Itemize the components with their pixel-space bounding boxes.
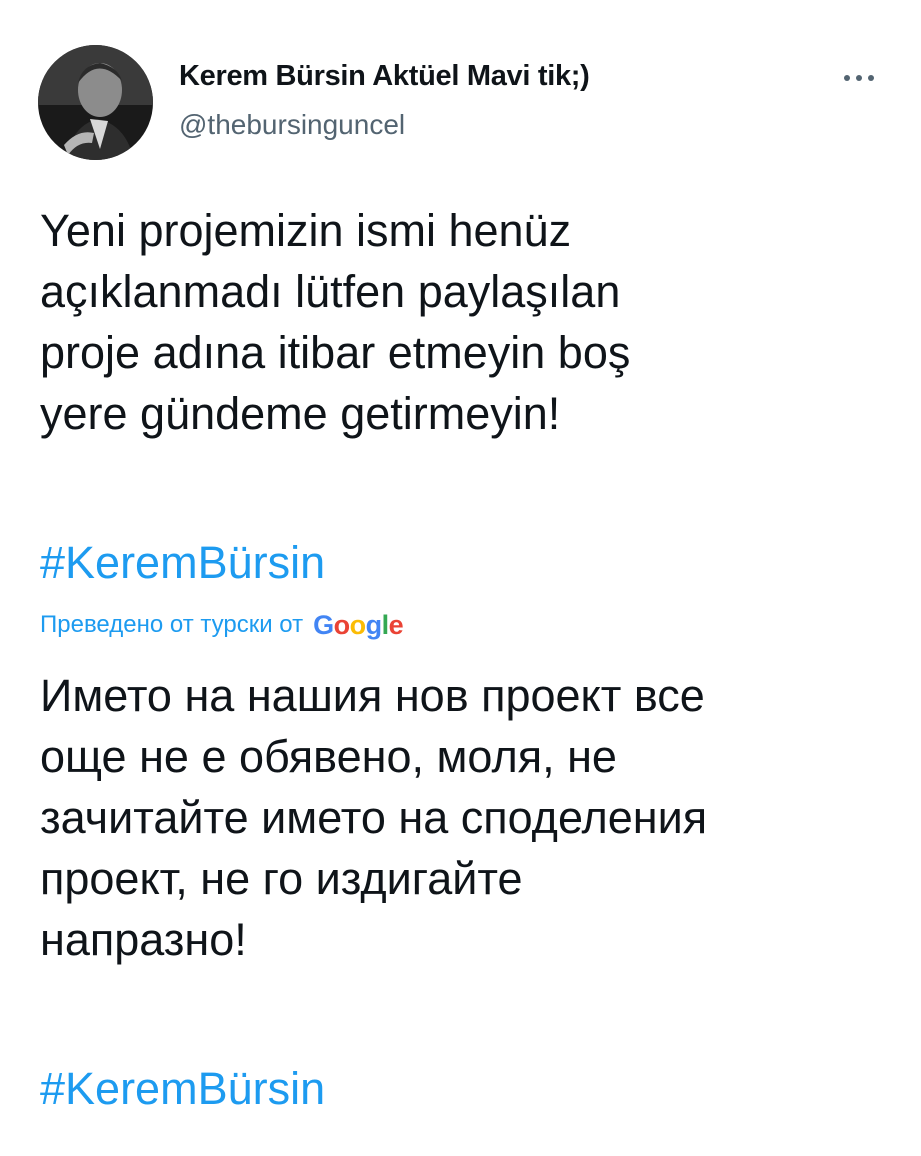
google-logo-letter: g xyxy=(365,609,383,640)
author-handle[interactable]: @thebursinguncel xyxy=(179,109,405,141)
author-name[interactable]: Kerem Bürsin Aktüel Mavi tik;) xyxy=(179,60,590,93)
avatar[interactable] xyxy=(38,45,153,160)
google-logo-letter: o xyxy=(349,609,367,640)
google-logo-letter: l xyxy=(381,609,390,640)
google-logo-letter: e xyxy=(388,609,404,640)
more-horizontal-icon-dot xyxy=(868,75,874,81)
tweet-text: Yeni projemizin ismi henüz açıklanmadı l… xyxy=(40,205,631,439)
avatar-photo xyxy=(38,45,153,160)
translation-label: Преведено от турски от xyxy=(40,611,304,638)
google-logo-letter: o xyxy=(333,609,351,640)
translated-hashtag-link[interactable]: #KeremBürsin xyxy=(40,1058,325,1119)
tweet: Kerem Bürsin Aktüel Mavi tik;) @thebursi… xyxy=(0,0,921,1156)
google-logo-letter: G xyxy=(313,609,334,640)
translation-attribution[interactable]: Преведено от турски от Google xyxy=(40,608,404,642)
translated-tweet-text: Името на нашия нов проект все още не е о… xyxy=(40,670,708,965)
more-options-button[interactable] xyxy=(834,58,884,98)
hashtag-link[interactable]: #KeremBürsin xyxy=(40,532,325,593)
google-logo: Google xyxy=(313,609,404,641)
more-horizontal-icon-dot xyxy=(856,75,862,81)
more-horizontal-icon xyxy=(844,75,850,81)
